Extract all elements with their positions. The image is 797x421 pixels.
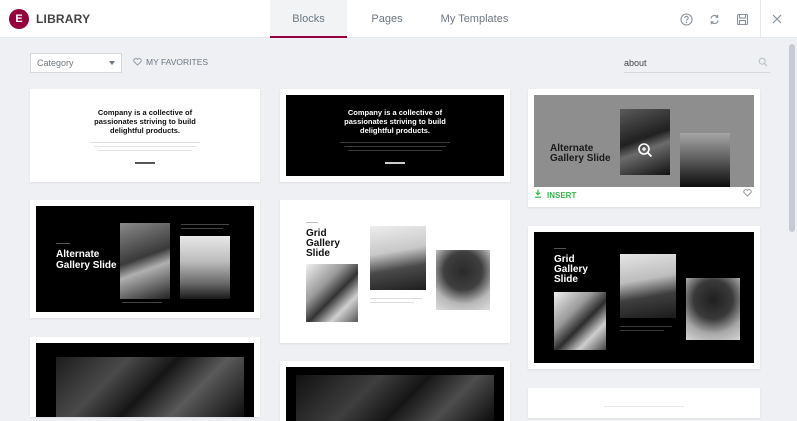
template-card-grid-gallery-black[interactable]: Grid Gallery Slide bbox=[528, 226, 760, 369]
preview-photo bbox=[554, 292, 606, 350]
preview-title-line: Slide bbox=[306, 248, 330, 259]
preview-title-line: Gallery Slide bbox=[550, 153, 611, 164]
template-preview bbox=[36, 343, 254, 417]
preview-photo bbox=[180, 236, 230, 299]
preview-eyebrow-line bbox=[554, 248, 566, 249]
preview-text-line bbox=[370, 302, 414, 303]
template-preview: Grid Gallery Slide bbox=[286, 206, 504, 337]
search-icon[interactable] bbox=[758, 57, 768, 67]
sync-icon[interactable] bbox=[702, 7, 726, 31]
preview-photo bbox=[56, 357, 244, 417]
preview-text-line bbox=[620, 330, 664, 331]
search-input[interactable] bbox=[624, 54, 734, 72]
preview-eyebrow-line bbox=[56, 243, 70, 244]
preview-text-line bbox=[181, 224, 229, 225]
preview-text-line bbox=[348, 150, 442, 151]
category-select[interactable]: Category bbox=[30, 53, 122, 73]
preview-text-line bbox=[370, 298, 422, 299]
preview-photo bbox=[296, 375, 494, 421]
tab-my-templates[interactable]: My Templates bbox=[427, 0, 522, 38]
preview-heading-line: passionates striving to build bbox=[94, 117, 196, 126]
template-preview: Alternate Gallery Slide bbox=[36, 206, 254, 312]
save-icon[interactable] bbox=[730, 7, 754, 31]
header-bar: E LIBRARY Blocks Pages My Templates bbox=[0, 0, 797, 38]
preview-eyebrow-line bbox=[306, 222, 318, 223]
search-box bbox=[624, 53, 770, 73]
preview-heading-line: Company is a collective of bbox=[97, 108, 193, 117]
template-preview: Company is a collective of passionates s… bbox=[36, 95, 254, 176]
template-card-grid-gallery-white[interactable]: Grid Gallery Slide bbox=[280, 200, 510, 343]
preview-text-line bbox=[122, 302, 162, 303]
my-favorites-label: MY FAVORITES bbox=[146, 57, 209, 67]
preview-text-line bbox=[340, 142, 450, 143]
my-favorites-toggle[interactable]: MY FAVORITES bbox=[133, 57, 208, 67]
template-preview bbox=[534, 394, 754, 418]
preview-text-line bbox=[181, 228, 223, 229]
preview-photo bbox=[120, 223, 170, 299]
filter-toolbar: Category MY FAVORITES bbox=[30, 53, 770, 73]
scrollbar-thumb[interactable] bbox=[789, 44, 795, 232]
zoom-preview-icon[interactable] bbox=[637, 142, 653, 158]
template-preview: Grid Gallery Slide bbox=[534, 232, 754, 363]
template-card-company-white[interactable]: Company is a collective of passionates s… bbox=[30, 89, 260, 182]
preview-photo bbox=[686, 278, 740, 340]
chevron-down-icon bbox=[109, 61, 115, 65]
heart-icon bbox=[133, 58, 142, 66]
app-title: LIBRARY bbox=[36, 12, 91, 26]
preview-photo bbox=[620, 254, 676, 318]
preview-text-line bbox=[604, 406, 684, 407]
tab-pages[interactable]: Pages bbox=[347, 0, 427, 38]
tab-bar: Blocks Pages My Templates bbox=[270, 0, 522, 38]
scrollbar-track[interactable] bbox=[787, 38, 797, 402]
template-card-aerial-city-2[interactable] bbox=[280, 361, 510, 421]
preview-text-line bbox=[98, 150, 192, 151]
preview-text-line bbox=[620, 326, 672, 327]
insert-row: INSERT bbox=[534, 185, 752, 203]
favorite-heart-icon[interactable] bbox=[743, 189, 752, 197]
preview-text-line bbox=[90, 142, 200, 143]
preview-title-line: Slide bbox=[554, 274, 578, 285]
preview-heading-line: passionates striving to build bbox=[344, 117, 446, 126]
header-divider bbox=[760, 0, 761, 38]
preview-title-line: Alternate bbox=[56, 249, 100, 260]
template-card-company-black[interactable]: Company is a collective of passionates s… bbox=[280, 89, 510, 182]
template-preview: Alternate Gallery Slide bbox=[534, 95, 754, 187]
template-card-aerial-city[interactable] bbox=[30, 337, 260, 417]
template-card-partial[interactable] bbox=[528, 388, 760, 418]
preview-button bbox=[385, 162, 405, 164]
preview-heading-line: Company is a collective of bbox=[347, 108, 443, 117]
preview-title-line: Gallery Slide bbox=[56, 260, 117, 271]
preview-text-line bbox=[94, 146, 196, 147]
template-card-alternate-gallery-black[interactable]: Alternate Gallery Slide bbox=[30, 200, 260, 318]
preview-photo bbox=[370, 226, 426, 290]
template-preview: Company is a collective of passionates s… bbox=[286, 95, 504, 176]
preview-photo bbox=[436, 250, 490, 310]
close-icon[interactable] bbox=[765, 7, 789, 31]
download-icon bbox=[535, 189, 541, 198]
category-select-label: Category bbox=[37, 58, 74, 68]
header-actions bbox=[674, 0, 797, 38]
preview-heading-line: delightful products. bbox=[110, 126, 180, 135]
elementor-logo-icon: E bbox=[9, 9, 29, 29]
help-icon[interactable] bbox=[674, 7, 698, 31]
preview-photo bbox=[306, 264, 358, 322]
template-preview bbox=[286, 367, 504, 421]
preview-button bbox=[135, 162, 155, 164]
preview-photo bbox=[680, 133, 730, 187]
tab-blocks[interactable]: Blocks bbox=[270, 0, 347, 38]
preview-text-line bbox=[344, 146, 446, 147]
insert-button[interactable]: INSERT bbox=[547, 191, 576, 200]
preview-heading-line: delightful products. bbox=[360, 126, 430, 135]
template-card-alternate-gallery-hover[interactable]: Alternate Gallery Slide INSERT bbox=[528, 89, 760, 207]
